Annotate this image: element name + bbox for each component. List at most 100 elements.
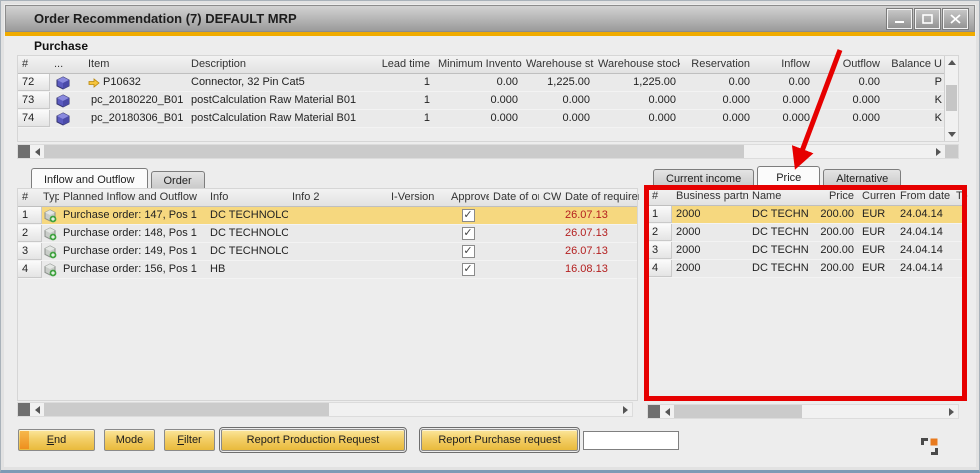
description-cell: Connector, 32 Pin Cat5 <box>187 74 362 91</box>
price-cell: 200.00 <box>810 242 858 259</box>
approved-checkbox[interactable]: ✓ <box>462 227 475 240</box>
row-number-cell[interactable]: 3 <box>18 243 42 260</box>
i-version-cell <box>387 225 447 242</box>
business-partner-cell: 2000 <box>672 206 748 223</box>
maximize-icon <box>922 14 933 24</box>
scroll-left-button[interactable] <box>30 403 44 416</box>
item-code[interactable]: pc_20180306_B01 <box>91 110 183 127</box>
min-inventory-cell: 0.00 <box>434 74 522 91</box>
scroll-right-button[interactable] <box>618 403 632 416</box>
table-row[interactable]: 2 2000 DC TECHN 200.00 EUR 24.04.14 <box>648 224 966 242</box>
mode-button[interactable]: Mode <box>104 429 155 451</box>
scroll-up-button[interactable] <box>945 56 958 69</box>
scroll-right-button[interactable] <box>944 405 958 418</box>
right-horizontal-scrollbar <box>647 404 959 419</box>
table-row[interactable]: 1 2000 DC TECHN 200.00 EUR 24.04.14 <box>648 206 966 224</box>
item-code[interactable]: pc_20180220_B01 <box>91 92 183 109</box>
row-number-cell[interactable]: 2 <box>18 225 42 242</box>
row-number-cell[interactable]: 74 <box>18 110 50 127</box>
col-header-warehouse-stock-1: Warehouse stock <box>522 56 594 73</box>
minimize-button[interactable] <box>887 9 912 29</box>
balance-cell: K <box>884 92 946 109</box>
date-of-order-cell <box>489 261 539 278</box>
scroll-down-button[interactable] <box>945 128 958 141</box>
expand-grip-icon[interactable] <box>921 438 938 455</box>
table-row[interactable]: 4 Purchase order: 156, Pos 1 HB ✓ 16.08.… <box>18 261 637 279</box>
tab-alternative[interactable]: Alternative <box>823 169 901 187</box>
planned-order-cell: Purchase order: 148, Pos 1 <box>59 225 206 242</box>
scroll-left-button[interactable] <box>30 145 44 158</box>
from-date-cell: 24.04.14 <box>896 242 952 259</box>
table-row[interactable]: 1 Purchase order: 147, Pos 1 DC TECHNOLO… <box>18 207 637 225</box>
approved-checkbox[interactable]: ✓ <box>462 263 475 276</box>
report-production-request-button[interactable]: Report Production Request <box>221 429 405 451</box>
inflow-cell: 0.000 <box>754 92 814 109</box>
end-button[interactable]: End <box>18 429 95 451</box>
warehouse-stock-cell: 0.000 <box>594 110 680 127</box>
price-cell: 200.00 <box>810 206 858 223</box>
col-header-reservation: Reservation <box>680 56 754 73</box>
filter-button[interactable]: Filter <box>164 429 215 451</box>
scrollbar-thumb[interactable] <box>674 405 802 418</box>
col-header-approved: Approved <box>447 189 489 206</box>
info2-cell <box>288 261 387 278</box>
item-table-header-row: # ... Item Description Lead time Minimum… <box>18 56 946 74</box>
from-date-cell: 24.04.14 <box>896 206 952 223</box>
row-number-cell[interactable]: 4 <box>18 261 42 278</box>
row-number-cell[interactable]: 2 <box>648 224 672 241</box>
row-number-cell[interactable]: 73 <box>18 92 50 109</box>
footer-text-input[interactable] <box>583 431 679 450</box>
table-row[interactable]: 72 P10632 Connector, 32 Pin Cat5 1 0.00 … <box>18 74 946 92</box>
link-arrow-icon[interactable] <box>88 78 100 88</box>
name-cell: DC TECHN <box>748 260 810 277</box>
scroll-right-button[interactable] <box>931 145 945 158</box>
tab-inflow-and-outflow[interactable]: Inflow and Outflow <box>31 168 148 189</box>
table-row[interactable]: 2 Purchase order: 148, Pos 1 DC TECHNOLO… <box>18 225 637 243</box>
scroll-left-button[interactable] <box>660 405 674 418</box>
currency-cell: EUR <box>858 242 896 259</box>
maximize-button[interactable] <box>915 9 940 29</box>
close-button[interactable] <box>943 9 968 29</box>
report-purchase-request-button[interactable]: Report Purchase request <box>421 429 578 451</box>
description-cell: postCalculation Raw Material B01 <box>187 110 362 127</box>
approved-checkbox[interactable]: ✓ <box>462 209 475 222</box>
scrollbar-thumb[interactable] <box>44 145 744 158</box>
price-cell: 200.00 <box>810 224 858 241</box>
min-inventory-cell: 0.000 <box>434 92 522 109</box>
item-cube-icon <box>56 94 70 108</box>
reservation-cell: 0.00 <box>680 74 754 91</box>
title-bar: Order Recommendation (7) DEFAULT MRP <box>5 5 975 32</box>
business-partner-cell: 2000 <box>672 260 748 277</box>
row-number-cell[interactable]: 4 <box>648 260 672 277</box>
name-cell: DC TECHN <box>748 224 810 241</box>
table-row[interactable]: 74 pc_20180306_B01 postCalculation Raw M… <box>18 110 946 128</box>
row-number-cell[interactable]: 1 <box>648 206 672 223</box>
col-header-min-inventory: Minimum Inventory <box>434 56 522 73</box>
row-number-cell[interactable]: 3 <box>648 242 672 259</box>
table-row[interactable]: 3 Purchase order: 149, Pos 1 DC TECHNOLO… <box>18 243 637 261</box>
outflow-cell: 0.00 <box>814 74 884 91</box>
date-of-requirement-cell: 26.07.13 <box>561 225 639 242</box>
tab-price[interactable]: Price <box>757 166 820 187</box>
name-cell: DC TECHN <box>748 242 810 259</box>
balance-cell: P <box>884 74 946 91</box>
item-code[interactable]: P10632 <box>103 74 141 91</box>
to-date-cell <box>952 206 968 223</box>
name-cell: DC TECHN <box>748 206 810 223</box>
tab-current-income[interactable]: Current income <box>653 169 754 187</box>
tab-order[interactable]: Order <box>151 171 205 189</box>
approved-cell: ✓ <box>447 225 489 242</box>
scrollbar-thumb[interactable] <box>946 85 957 111</box>
table-row[interactable]: 3 2000 DC TECHN 200.00 EUR 24.04.14 <box>648 242 966 260</box>
date-of-order-cell <box>489 207 539 224</box>
table-row[interactable]: 4 2000 DC TECHN 200.00 EUR 24.04.14 <box>648 260 966 278</box>
row-number-cell[interactable]: 1 <box>18 207 42 224</box>
table-row[interactable]: 73 pc_20180220_B01 postCalculation Raw M… <box>18 92 946 110</box>
row-number-cell[interactable]: 72 <box>18 74 50 91</box>
date-of-order-cell <box>489 243 539 260</box>
scrollbar-thumb[interactable] <box>44 403 329 416</box>
approved-checkbox[interactable]: ✓ <box>462 245 475 258</box>
from-date-cell: 24.04.14 <box>896 224 952 241</box>
order-recommendation-window: Order Recommendation (7) DEFAULT MRP Pur… <box>0 0 980 473</box>
window-title: Order Recommendation (7) DEFAULT MRP <box>34 11 297 26</box>
